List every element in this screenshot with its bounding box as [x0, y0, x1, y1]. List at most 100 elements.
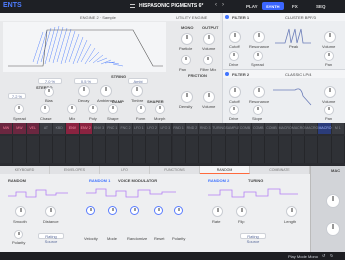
play-tab[interactable]: PLAY	[246, 4, 258, 9]
mod-slot[interactable]	[291, 136, 306, 163]
mod-source-cell[interactable]: ENV 2	[79, 123, 93, 134]
spread-f-knob[interactable]	[253, 51, 263, 61]
filter2-volume-knob[interactable]	[324, 86, 336, 98]
filter1-type[interactable]: CLUSTER BPF/3	[285, 15, 316, 20]
rating-source-dropdown[interactable]: Rating Source	[38, 233, 64, 244]
velocity-knob[interactable]	[86, 206, 95, 215]
tab-combinate[interactable]: COMBINATE	[250, 166, 310, 174]
mod-slot[interactable]	[26, 136, 40, 163]
play-mode-label[interactable]: Play Mode	[288, 254, 307, 259]
mod-slot[interactable]	[278, 136, 292, 163]
mod-slot[interactable]	[132, 136, 146, 163]
mod-source-cell[interactable]: MACRO 2	[291, 123, 306, 141]
volume-knob[interactable]	[203, 33, 215, 45]
chase-knob[interactable]	[40, 104, 50, 114]
polarity-knob[interactable]	[14, 230, 23, 239]
drive2-knob[interactable]	[229, 105, 239, 115]
fx-tab[interactable]: FX	[292, 4, 298, 9]
tab-functions[interactable]: FUNCTIONS	[150, 166, 200, 174]
mod-source-cell[interactable]: KBD	[53, 123, 67, 134]
mod-source-cell[interactable]: MW	[13, 123, 27, 134]
slope-knob[interactable]	[253, 105, 263, 115]
drive-knob[interactable]	[229, 51, 239, 61]
engine2-header[interactable]: ENGINE 2 · Sample	[60, 13, 168, 21]
preset-name[interactable]: HISPASONIC PIGMENTS 6*	[139, 3, 203, 9]
length-knob[interactable]	[286, 206, 297, 217]
mix-knob[interactable]	[67, 104, 77, 114]
utility-header[interactable]: UTILITY ENGINE	[168, 13, 220, 21]
ambience-value[interactable]: Ambi	[128, 78, 148, 84]
mod-slot[interactable]	[159, 136, 173, 163]
tab-random[interactable]: RANDOM	[200, 166, 250, 174]
seq-tab[interactable]: SEQ	[316, 4, 326, 9]
filter1-pan-knob[interactable]	[324, 51, 334, 61]
redo-icon[interactable]: ↻	[330, 253, 333, 258]
mod-source-cell[interactable]: COMB 2	[252, 123, 266, 141]
mod-source-cell[interactable]: MW	[0, 123, 14, 134]
reset-knob[interactable]	[154, 206, 163, 215]
mod-slot[interactable]	[265, 136, 279, 163]
mod-slot[interactable]	[53, 136, 67, 163]
mode-knob[interactable]	[108, 206, 117, 215]
mod-source-cell[interactable]: LFO 1	[132, 123, 146, 134]
menu-icon[interactable]	[130, 4, 135, 8]
timbre-knob[interactable]	[131, 85, 143, 97]
filter2-type[interactable]: CLASSIC LP/4	[285, 72, 311, 77]
mod-source-cell[interactable]: LFO 3	[159, 123, 173, 134]
mod-slot[interactable]	[145, 136, 160, 163]
mod-source-cell[interactable]: COMB 3	[265, 123, 279, 141]
distance-knob[interactable]	[45, 206, 56, 217]
mod-source-cell[interactable]: LFO 2	[145, 123, 160, 134]
decay-knob[interactable]	[78, 85, 90, 97]
mod-slot[interactable]	[185, 136, 200, 163]
filter1-power-icon[interactable]	[225, 15, 229, 19]
mod-slot[interactable]	[106, 136, 120, 163]
mod-slot[interactable]	[199, 136, 213, 163]
mod-slot[interactable]	[13, 136, 27, 163]
smooth-knob[interactable]	[15, 206, 26, 217]
volume2-knob[interactable]	[203, 91, 215, 103]
bias-value[interactable]: 7.0 %	[38, 78, 62, 84]
resonance2-knob[interactable]	[253, 86, 265, 98]
morph-knob[interactable]	[155, 104, 165, 114]
tab-keyboard[interactable]: KEYBOARD	[0, 166, 50, 174]
mod-slot[interactable]	[172, 136, 186, 163]
mod-slot[interactable]	[225, 136, 239, 163]
mod-source-cell[interactable]: MACRO 4	[318, 123, 332, 141]
rating-source2-dropdown[interactable]: Rating Source	[240, 233, 266, 244]
tab-lfo[interactable]: LFO	[100, 166, 150, 174]
macro-knob-2[interactable]	[326, 222, 340, 236]
filter2-header[interactable]: FILTER 2 CLASSIC LP/4	[223, 70, 345, 78]
poly-knob[interactable]	[88, 104, 98, 114]
mod-slot[interactable]	[212, 136, 226, 163]
randomize-knob[interactable]	[130, 206, 139, 215]
macro-knob-1[interactable]	[326, 194, 340, 208]
prev-preset-icon[interactable]: ‹	[215, 2, 217, 8]
mono-mode-label[interactable]: Mono	[308, 254, 318, 259]
undo-icon[interactable]: ↺	[322, 253, 325, 258]
mod-slot[interactable]	[305, 136, 319, 163]
filter2-pan-knob[interactable]	[324, 105, 334, 115]
mod-slot[interactable]	[92, 136, 107, 163]
cutoff2-knob[interactable]	[229, 86, 241, 98]
mod-slot[interactable]	[66, 136, 80, 163]
rate-knob[interactable]	[212, 206, 223, 217]
mod-source-cell[interactable]: ENV 3	[92, 123, 107, 134]
mod-source-cell[interactable]: SAMPLE	[225, 123, 240, 134]
mod-source-cell[interactable]: AT	[39, 123, 54, 134]
mod-slot[interactable]	[79, 136, 93, 163]
shape-knob[interactable]	[108, 104, 118, 114]
mod-slot[interactable]	[252, 136, 266, 163]
resonance-knob[interactable]	[253, 31, 265, 43]
mod-source-cell[interactable]: MACRO 1	[278, 123, 292, 141]
bias-knob[interactable]	[44, 87, 54, 97]
mod-slot[interactable]	[39, 136, 54, 163]
mod-source-cell[interactable]: FNC 1	[106, 123, 120, 134]
next-preset-icon[interactable]: ›	[222, 2, 224, 8]
mod-source-cell[interactable]: RND 3	[199, 123, 213, 134]
mod-slot[interactable]	[0, 136, 14, 163]
mod-slot[interactable]	[318, 136, 332, 163]
tab-envelopes[interactable]: ENVELOPES	[50, 166, 100, 174]
form-knob[interactable]	[136, 104, 146, 114]
flip-knob[interactable]	[236, 206, 247, 217]
